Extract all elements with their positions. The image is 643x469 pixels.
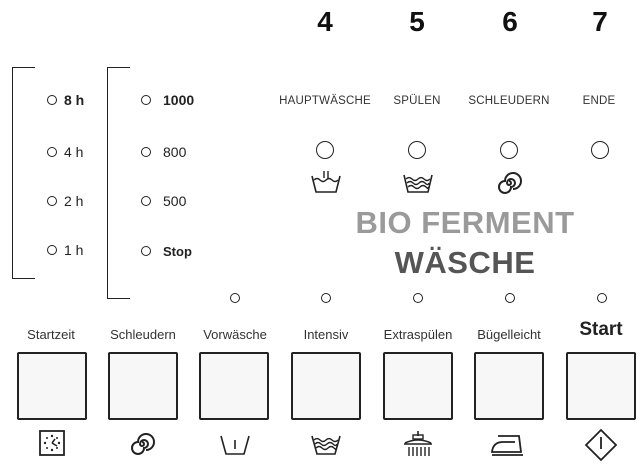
spin-icon <box>498 172 522 194</box>
extra-rinse-led <box>413 293 423 303</box>
start-button[interactable] <box>566 352 636 420</box>
phase-number-main-wash: 4 <box>317 6 333 37</box>
spin-option-800: 800 <box>163 144 187 160</box>
prewash-tub-icon <box>220 435 250 455</box>
prewash-led <box>230 293 240 303</box>
intensive-wash-icon <box>311 435 341 455</box>
iron-icon <box>491 435 523 456</box>
spin-led-800 <box>141 147 151 157</box>
clock-icon <box>39 430 65 456</box>
delay-option-2h: 2 h <box>64 193 84 209</box>
spin-spiral-icon <box>131 433 155 455</box>
spin-led-500 <box>141 196 151 206</box>
phase-number-spin: 6 <box>502 6 518 37</box>
spin-led-1000 <box>141 95 151 105</box>
delay-start-button[interactable] <box>17 352 87 420</box>
main-wash-icon <box>311 171 341 193</box>
spin-option-1000: 1000 <box>163 92 195 108</box>
rinse-icon <box>403 174 433 193</box>
spin-speed-bracket <box>107 67 130 299</box>
spin-led-stop <box>141 246 151 256</box>
delay-led-1h <box>47 245 57 255</box>
extra-rinse-icon <box>404 431 432 456</box>
program-title-line2: WÄSCHE <box>394 245 536 280</box>
delay-option-4h: 4 h <box>64 144 84 160</box>
phase-label-end: ENDE <box>582 95 616 107</box>
start-diamond-icon <box>584 428 618 462</box>
delay-option-8h: 8 h <box>64 92 85 108</box>
spin-option-stop: Stop <box>163 244 192 259</box>
delay-option-1h: 1 h <box>64 242 84 258</box>
spin-option-500: 500 <box>163 193 187 209</box>
easy-iron-led <box>505 293 515 303</box>
button-label-extra-rinse: Extraspülen <box>383 327 453 342</box>
button-label-prewash: Vorwäsche <box>203 327 267 342</box>
button-label-spin: Schleudern <box>110 327 176 342</box>
start-led <box>597 293 607 303</box>
delay-bracket <box>12 67 35 279</box>
phase-led-rinse <box>408 141 426 159</box>
program-title-line1: BIO FERMENT <box>355 205 575 240</box>
phase-led-main-wash <box>316 141 334 159</box>
phase-led-end <box>591 141 609 159</box>
intensive-led <box>321 293 331 303</box>
phase-number-rinse: 5 <box>409 6 425 37</box>
delay-led-2h <box>47 196 57 206</box>
spin-button[interactable] <box>108 352 178 420</box>
phase-led-spin <box>500 141 518 159</box>
button-label-delay-start: Startzeit <box>27 327 75 342</box>
delay-led-8h <box>47 95 57 105</box>
button-label-easy-iron: Bügelleicht <box>477 327 541 342</box>
intensive-button[interactable] <box>291 352 361 420</box>
phase-number-end: 7 <box>592 6 608 37</box>
delay-led-4h <box>47 147 57 157</box>
easy-iron-button[interactable] <box>474 352 544 420</box>
prewash-button[interactable] <box>199 352 269 420</box>
button-label-start: Start <box>579 319 623 340</box>
extra-rinse-button[interactable] <box>383 352 453 420</box>
button-label-intensive: Intensiv <box>303 327 349 342</box>
